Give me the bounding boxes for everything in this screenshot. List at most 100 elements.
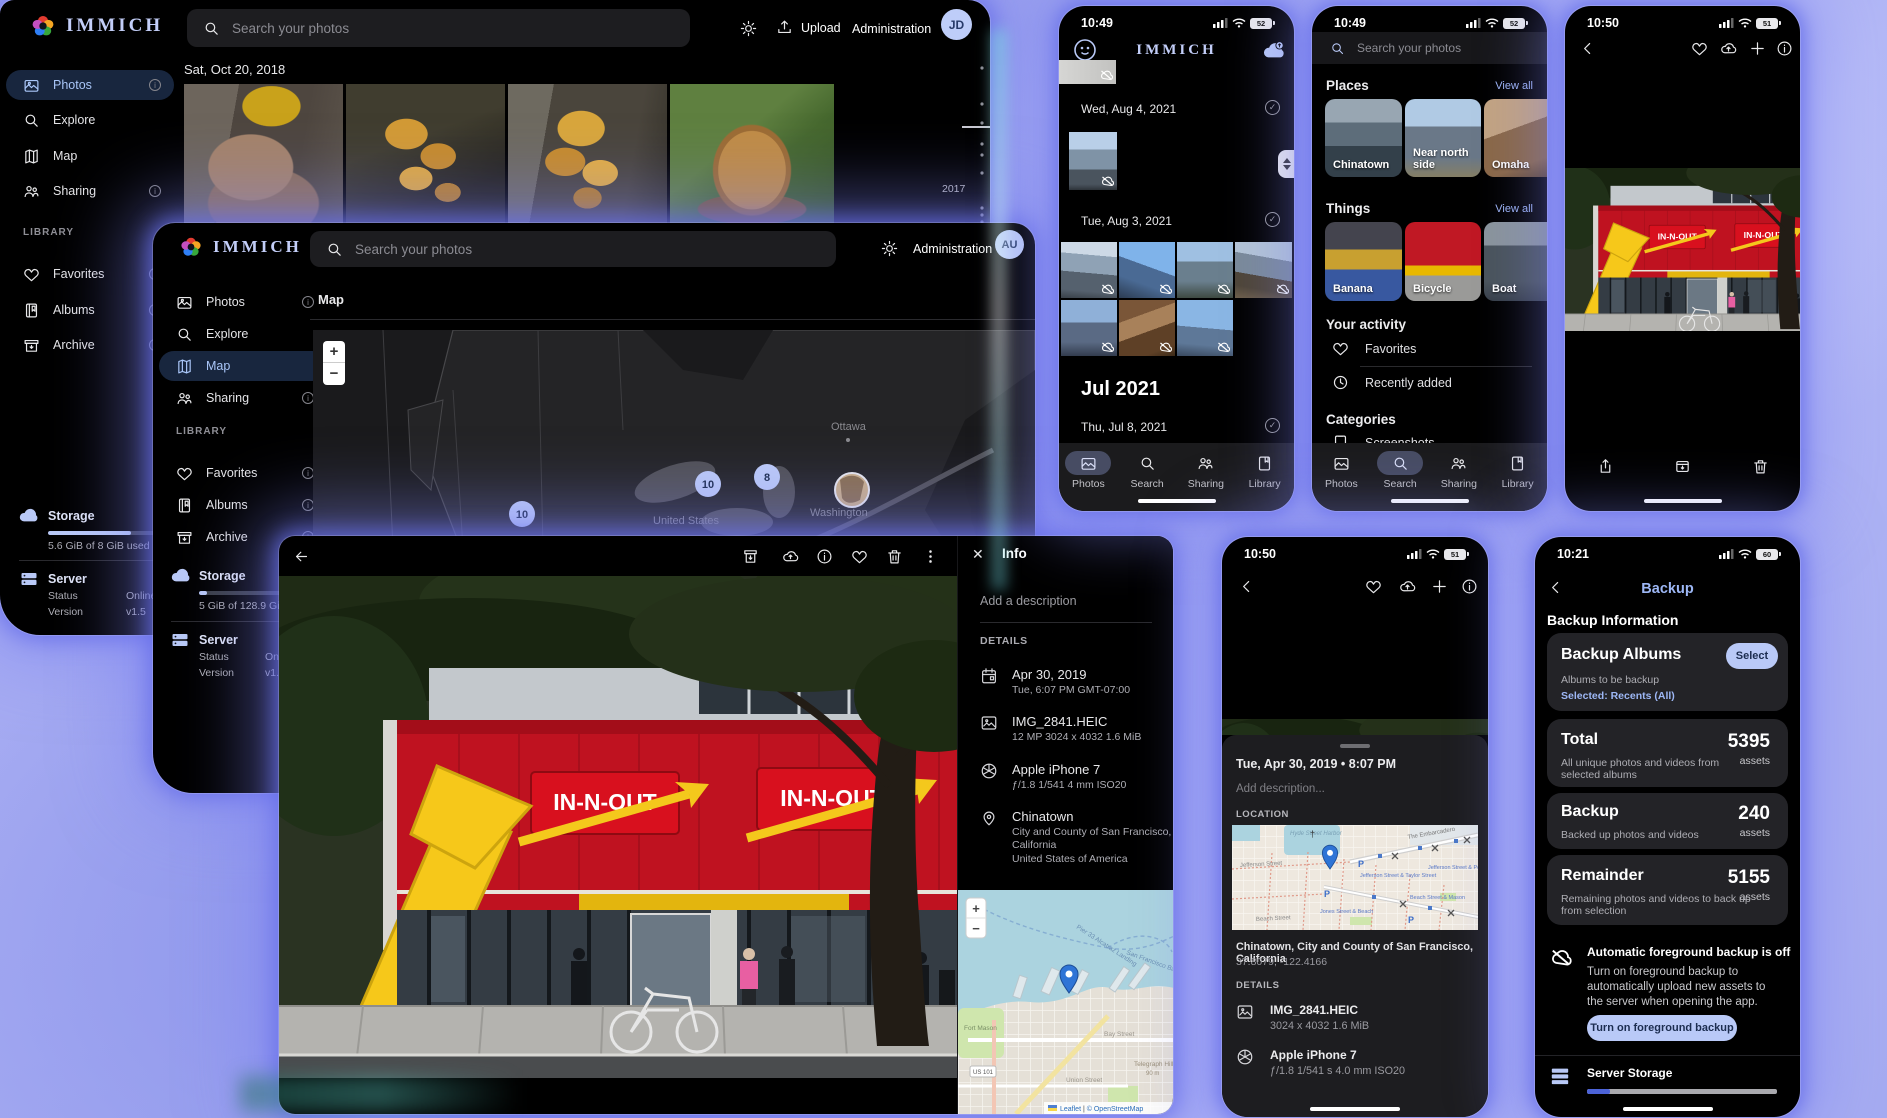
- timeline-drag-handle[interactable]: [1278, 150, 1294, 178]
- info-icon[interactable]: [1461, 578, 1478, 595]
- heart-icon[interactable]: [851, 548, 868, 565]
- theme-toggle-icon[interactable]: [740, 20, 757, 37]
- nav-search[interactable]: Search: [1372, 451, 1428, 490]
- zoom-in-button[interactable]: +: [972, 901, 980, 916]
- info-icon[interactable]: [1776, 40, 1793, 57]
- sidebar-item-sharing[interactable]: Sharingi: [6, 176, 174, 206]
- photo-thumbnail[interactable]: [1069, 132, 1117, 190]
- photo-thumbnail[interactable]: [1177, 242, 1233, 298]
- search-input[interactable]: Search your photos: [310, 231, 836, 267]
- photo-thumbnail[interactable]: [346, 84, 505, 223]
- turn-on-foreground-backup-button[interactable]: Turn on foreground backup: [1587, 1015, 1737, 1041]
- archive-icon[interactable]: [742, 548, 759, 565]
- home-indicator[interactable]: [1623, 1107, 1713, 1111]
- home-indicator[interactable]: [1310, 1107, 1400, 1111]
- back-chevron-icon[interactable]: [1238, 578, 1255, 595]
- photo-thumbnail[interactable]: [1061, 300, 1117, 356]
- select-button[interactable]: Select: [1726, 643, 1778, 669]
- info-circle-icon[interactable]: i: [149, 79, 161, 91]
- zoom-out-button[interactable]: −: [323, 363, 345, 385]
- place-card[interactable]: Near north side: [1405, 99, 1481, 177]
- photo-thumbnail[interactable]: [1119, 300, 1175, 356]
- app-logo[interactable]: IMMICH: [179, 235, 302, 259]
- zoom-in-button[interactable]: +: [323, 341, 345, 363]
- info-icon[interactable]: [816, 548, 833, 565]
- sidebar-item-archive[interactable]: Archivei: [6, 330, 174, 360]
- sidebar-item-explore[interactable]: Explore: [6, 105, 174, 135]
- trash-icon[interactable]: [886, 548, 903, 565]
- search-input[interactable]: Search your photos: [1312, 32, 1547, 64]
- sidebar-item-favorites[interactable]: Favoritesi: [159, 458, 327, 488]
- favorites-row[interactable]: Favorites: [1332, 340, 1416, 357]
- location-map[interactable]: Pier 33 Alcatraz Landing San Francisco B…: [958, 890, 1173, 1114]
- sidebar-item-map[interactable]: Map: [6, 141, 174, 171]
- administration-link[interactable]: Administration: [913, 242, 992, 256]
- place-card[interactable]: Chinatown: [1325, 99, 1402, 177]
- cloud-icon[interactable]: [782, 548, 799, 565]
- thing-card[interactable]: Boat: [1484, 222, 1547, 301]
- sheet-drag-handle[interactable]: [1340, 744, 1370, 748]
- description-input[interactable]: Add a description: [980, 594, 1077, 608]
- cloud-upload-icon[interactable]: [1399, 578, 1416, 595]
- asset-location[interactable]: Chinatown: [1012, 809, 1073, 824]
- backup-cloud-icon[interactable]: [1262, 40, 1286, 60]
- sidebar-item-albums[interactable]: Albumsi: [159, 490, 327, 520]
- home-indicator[interactable]: [1391, 499, 1469, 503]
- sidebar-item-map[interactable]: Map: [159, 351, 327, 381]
- search-input[interactable]: Search your photos: [187, 9, 690, 47]
- photo-thumbnail[interactable]: [1177, 300, 1233, 356]
- sidebar-item-photos[interactable]: Photosi: [6, 70, 174, 100]
- archive-icon[interactable]: [1674, 458, 1691, 475]
- app-logo[interactable]: IMMICH: [30, 13, 163, 39]
- thing-card[interactable]: Bicycle: [1405, 222, 1481, 301]
- select-group-checkbox[interactable]: [1265, 418, 1280, 433]
- add-icon[interactable]: [1749, 40, 1766, 57]
- nav-library[interactable]: Library: [1237, 451, 1293, 490]
- things-view-all[interactable]: View all: [1495, 203, 1533, 215]
- photo-thumbnail[interactable]: [1235, 242, 1292, 298]
- sidebar-item-albums[interactable]: Albumsi: [6, 295, 174, 325]
- sidebar-item-explore[interactable]: Explore: [159, 319, 327, 349]
- share-icon[interactable]: [1597, 458, 1614, 475]
- sidebar-item-favorites[interactable]: Favoritesi: [6, 259, 174, 289]
- nav-sharing[interactable]: Sharing: [1431, 451, 1487, 490]
- nav-sharing[interactable]: Sharing: [1178, 451, 1234, 490]
- cloud-upload-icon[interactable]: [1720, 40, 1737, 57]
- info-circle-icon[interactable]: i: [149, 185, 161, 197]
- photo-sliver[interactable]: [1222, 719, 1488, 735]
- zoom-out-button[interactable]: −: [972, 921, 980, 936]
- theme-toggle-icon[interactable]: [881, 240, 898, 257]
- sidebar-item-photos[interactable]: Photosi: [159, 287, 327, 317]
- location-map[interactable]: Hyde Street Harbor Jefferson Street The …: [1232, 825, 1478, 930]
- heart-icon[interactable]: [1365, 578, 1382, 595]
- close-icon[interactable]: ✕: [972, 546, 984, 563]
- heart-icon[interactable]: [1691, 40, 1708, 57]
- info-circle-icon[interactable]: i: [302, 296, 314, 308]
- sidebar-item-sharing[interactable]: Sharingi: [159, 383, 327, 413]
- back-chevron-icon[interactable]: [1579, 40, 1596, 57]
- select-group-checkbox[interactable]: [1265, 212, 1280, 227]
- description-input[interactable]: Add description...: [1236, 783, 1325, 795]
- photo-thumbnail[interactable]: [670, 84, 834, 223]
- thing-card[interactable]: Banana: [1325, 222, 1402, 301]
- home-indicator[interactable]: [1138, 499, 1216, 503]
- photo-thumbnail[interactable]: [508, 84, 667, 223]
- map-zoom-control[interactable]: + −: [323, 341, 345, 385]
- nav-photos[interactable]: Photos: [1060, 451, 1116, 490]
- place-card[interactable]: Omaha: [1484, 99, 1547, 177]
- photo-main[interactable]: [1565, 168, 1800, 331]
- home-indicator[interactable]: [1644, 499, 1722, 503]
- places-view-all[interactable]: View all: [1495, 80, 1533, 92]
- photo-thumbnail[interactable]: [184, 84, 343, 223]
- photo-thumbnail[interactable]: [1061, 242, 1117, 298]
- avatar[interactable]: JD: [941, 9, 972, 40]
- photo-main[interactable]: [279, 576, 957, 1078]
- select-group-checkbox[interactable]: [1265, 100, 1280, 115]
- administration-link[interactable]: Administration: [852, 22, 931, 36]
- back-arrow-icon[interactable]: [293, 548, 310, 565]
- upload-button[interactable]: Upload: [776, 19, 841, 36]
- recently-added-row[interactable]: Recently added: [1332, 374, 1452, 391]
- photo-thumbnail[interactable]: [1059, 60, 1116, 84]
- photo-thumbnail[interactable]: [1119, 242, 1175, 298]
- kebab-menu-icon[interactable]: [922, 548, 939, 565]
